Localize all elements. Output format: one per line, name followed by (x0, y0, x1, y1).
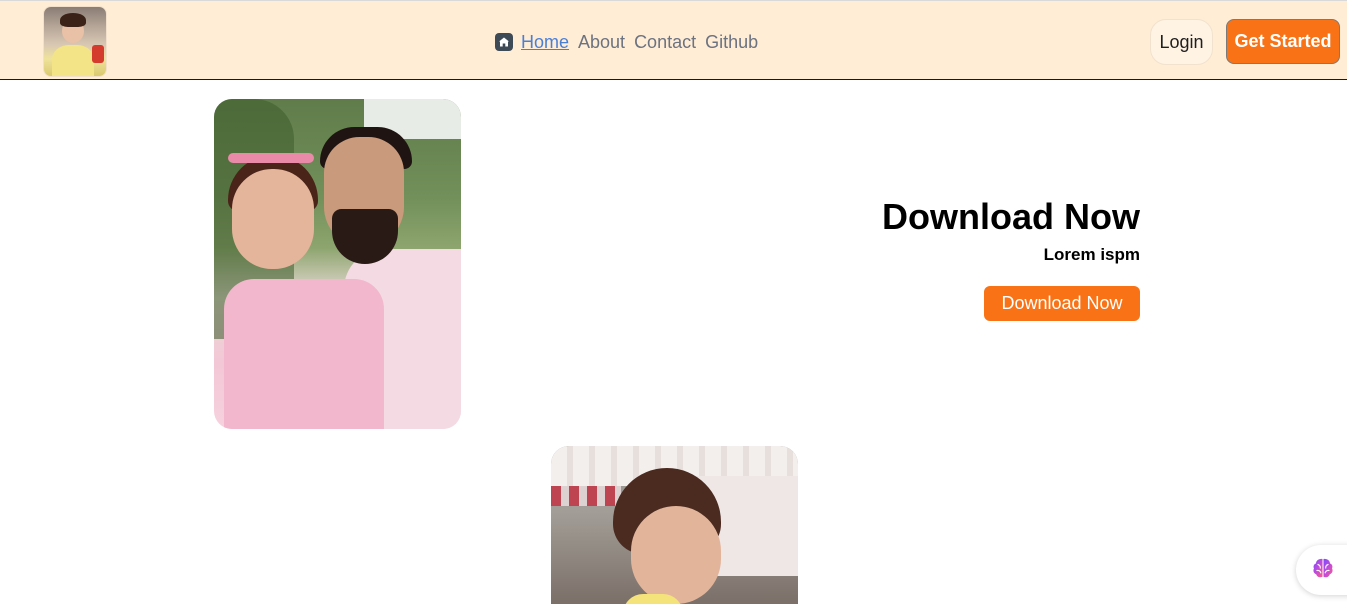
navbar: Home About Contact Github Login Get Star… (0, 0, 1347, 80)
get-started-button[interactable]: Get Started (1226, 19, 1340, 64)
nav-link-contact[interactable]: Contact (634, 32, 696, 53)
logo-avatar[interactable] (44, 7, 106, 76)
brain-icon (1310, 555, 1336, 586)
home-icon (495, 33, 513, 51)
hero-subtitle: Lorem ispm (1043, 245, 1140, 264)
assistant-widget-button[interactable] (1296, 545, 1347, 595)
download-now-button[interactable]: Download Now (984, 286, 1140, 321)
nav-links: Home About Contact Github (495, 31, 758, 53)
gallery-photo (551, 446, 798, 604)
nav-link-about[interactable]: About (578, 32, 625, 53)
nav-link-github[interactable]: Github (705, 32, 758, 53)
nav-link-home[interactable]: Home (521, 32, 569, 53)
login-button[interactable]: Login (1150, 19, 1213, 65)
hero-title: Download Now (882, 196, 1140, 237)
hero-photo (214, 99, 461, 429)
